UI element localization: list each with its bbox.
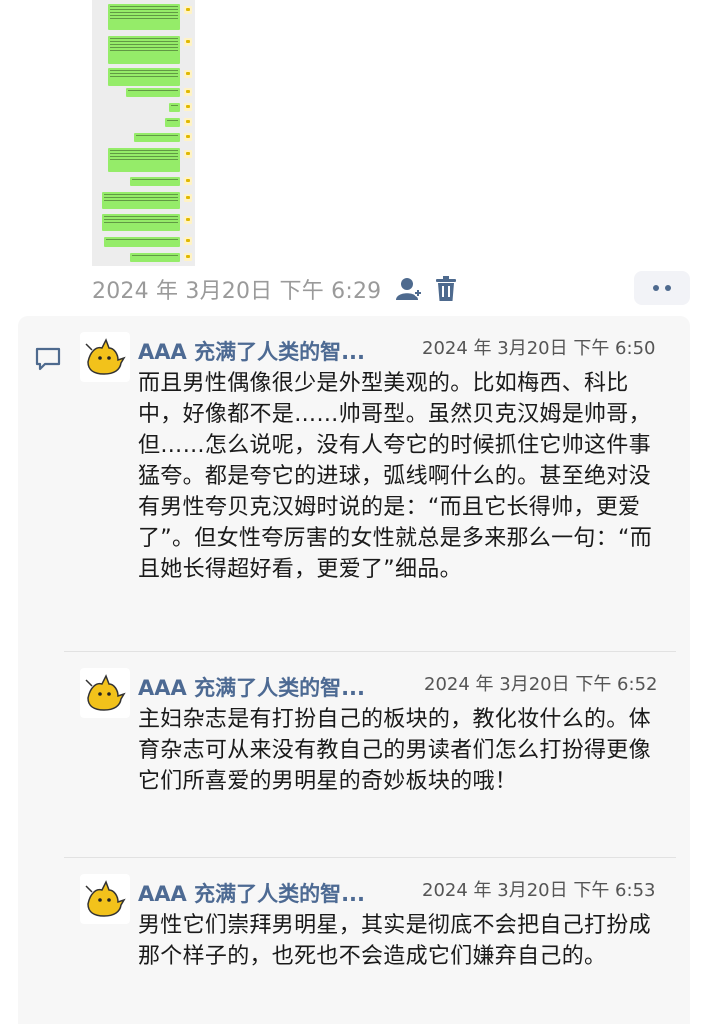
user-icon[interactable] [395,277,425,301]
more-dots-icon[interactable] [634,271,690,305]
divider [64,651,676,652]
avatar[interactable] [80,874,130,924]
chat-screenshot-image[interactable] [92,0,195,266]
comment-author[interactable]: AAA 充满了人类的智... [138,672,365,702]
comment-author[interactable]: AAA 充满了人类的智... [138,336,365,366]
comment-icon [34,346,62,376]
trash-icon[interactable] [435,276,457,302]
avatar[interactable] [80,668,130,718]
divider [64,857,676,858]
comment-text: 男性它们崇拜男明星，其实是彻底不会把自己打扮成那个样子的，也死也不会造成它们嫌弃… [138,913,651,969]
comment-time: 2024 年 3月20日 下午 6:52 [424,674,658,695]
comment-text: 主妇杂志是有打扮自己的板块的，教化妆什么的。体育杂志可从来没有教自己的男读者们怎… [138,707,651,794]
comment-text: 而且男性偶像很少是外型美观的。比如梅西、科比中，好像都不是……帅哥型。虽然贝克汉… [138,371,652,582]
comment-time: 2024 年 3月20日 下午 6:53 [422,880,656,901]
post-timestamp: 2024 年 3月20日 下午 6:29 [92,279,382,304]
cat-avatar-icon [85,880,126,917]
comment-time: 2024 年 3月20日 下午 6:50 [422,338,656,359]
cat-avatar-icon [85,674,126,711]
post-meta-row: 2024 年 3月20日 下午 6:29 [92,274,457,304]
avatar[interactable] [80,332,130,382]
cat-avatar-icon [85,338,126,375]
comment-author[interactable]: AAA 充满了人类的智... [138,878,365,908]
